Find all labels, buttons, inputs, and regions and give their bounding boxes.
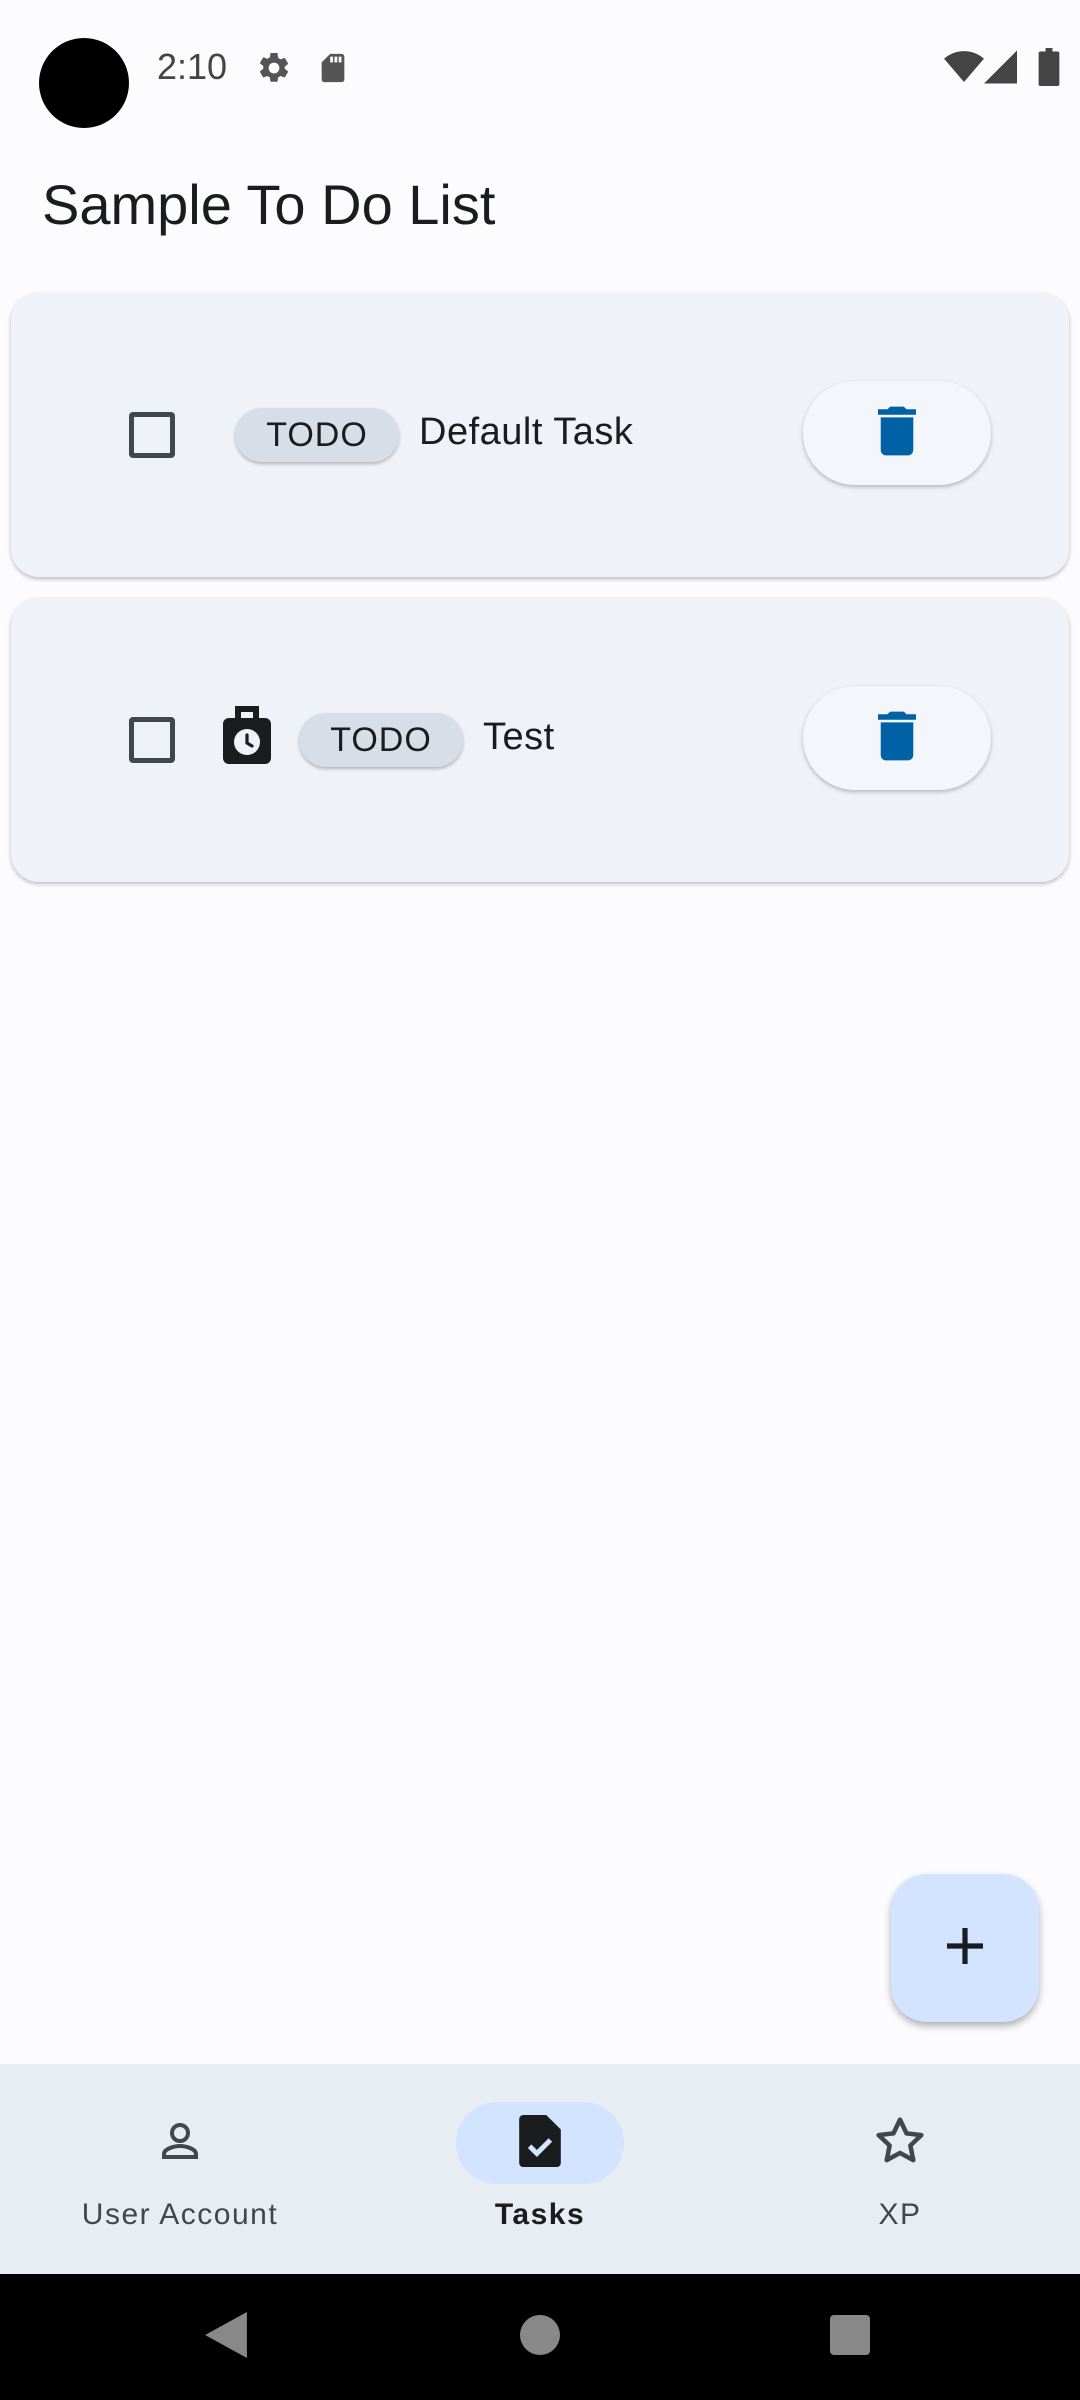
status-time: 2:10 <box>157 46 228 87</box>
trash-icon <box>878 406 916 461</box>
star-icon <box>873 2114 927 2173</box>
delete-button[interactable] <box>803 686 991 790</box>
nav-indicator <box>96 2102 264 2184</box>
task-title: Test <box>483 716 555 758</box>
signal-icon <box>984 50 1020 84</box>
nav-label: User Account <box>81 2198 279 2231</box>
battery-icon <box>1038 48 1060 86</box>
nav-indicator <box>816 2102 984 2184</box>
timer-icon <box>221 706 273 769</box>
status-bar: 2:10 <box>0 0 1080 140</box>
person-icon <box>156 2117 204 2170</box>
task-document-icon <box>519 2114 561 2172</box>
plus-icon <box>945 1926 985 1971</box>
nav-label: Tasks <box>494 2198 586 2231</box>
settings-icon <box>256 50 292 86</box>
recents-button[interactable] <box>790 2274 910 2400</box>
wifi-icon <box>944 50 984 84</box>
status-chip: TODO <box>235 408 399 462</box>
nav-indicator <box>456 2102 624 2184</box>
task-checkbox[interactable] <box>129 717 175 763</box>
task-card[interactable]: TODO Default Task <box>11 293 1069 577</box>
add-task-button[interactable] <box>891 1874 1039 2022</box>
bottom-navigation: User Account Tasks XP <box>0 2064 1080 2274</box>
camera-cutout <box>39 38 129 128</box>
trash-icon <box>878 711 916 766</box>
task-checkbox[interactable] <box>129 412 175 458</box>
nav-item-tasks[interactable]: Tasks <box>390 2064 690 2274</box>
delete-button[interactable] <box>803 381 991 485</box>
sd-card-icon <box>316 50 350 86</box>
page-title: Sample To Do List <box>42 173 496 236</box>
home-icon <box>520 2314 560 2360</box>
system-navigation-bar <box>0 2274 1080 2400</box>
recents-icon <box>830 2314 870 2360</box>
back-icon <box>205 2311 247 2363</box>
nav-label: XP <box>878 2198 922 2231</box>
back-button[interactable] <box>166 2274 286 2400</box>
status-chip: TODO <box>299 713 463 767</box>
task-title: Default Task <box>419 411 634 453</box>
home-button[interactable] <box>480 2274 600 2400</box>
task-card[interactable]: TODO Test <box>11 598 1069 882</box>
screen: 2:10 Sample To Do List TODO Default Task <box>0 0 1080 2400</box>
nav-item-xp[interactable]: XP <box>750 2064 1050 2274</box>
nav-item-user-account[interactable]: User Account <box>30 2064 330 2274</box>
